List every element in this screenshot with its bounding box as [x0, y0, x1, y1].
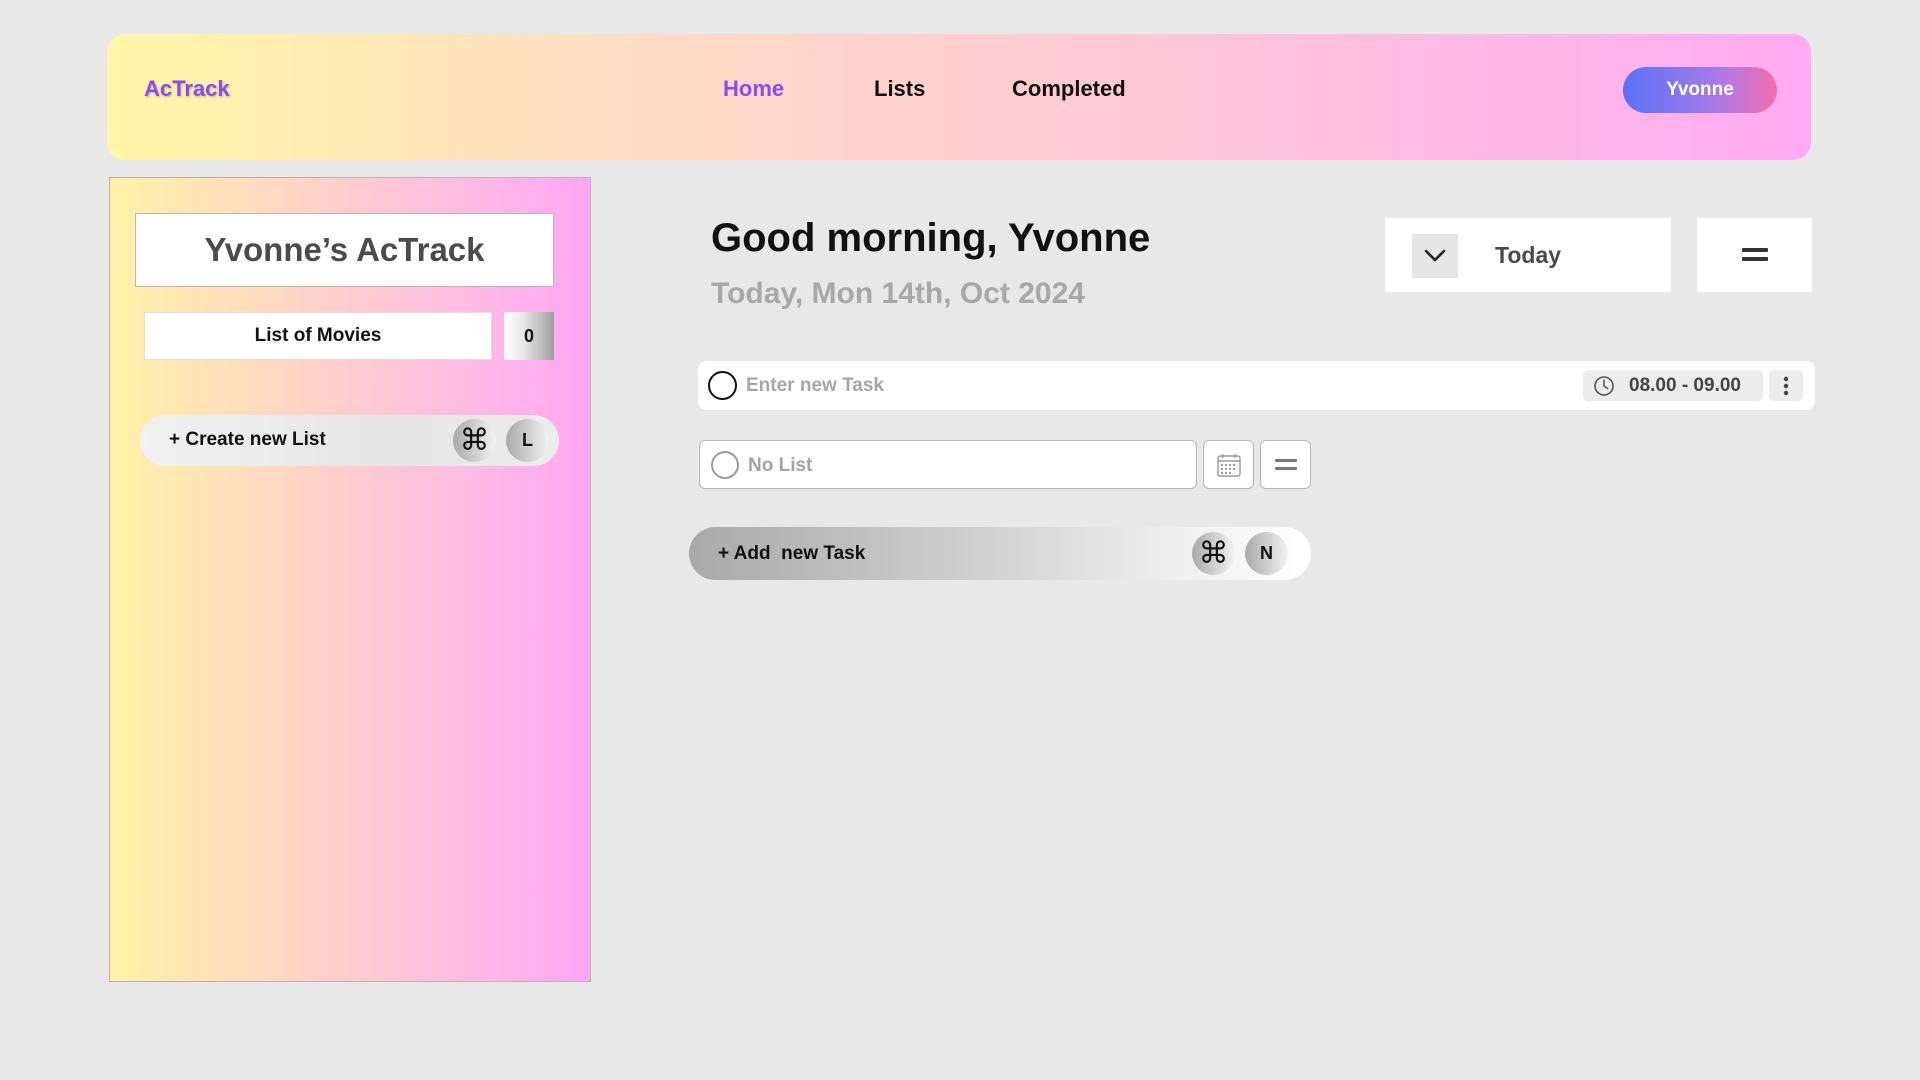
calendar-icon [1216, 453, 1241, 477]
task-time-chip[interactable]: 08.00 - 09.00 [1583, 370, 1763, 401]
command-key-icon: ⌘ [453, 419, 496, 462]
task-list-label: No List [748, 455, 813, 476]
greeting-heading: Good morning, Yvonne [711, 216, 1151, 260]
nav-completed[interactable]: Completed [1012, 76, 1126, 102]
sidebar-list-item[interactable]: List of Movies [144, 312, 492, 360]
command-key-icon: ⌘ [1192, 532, 1235, 575]
date-filter-dropdown[interactable]: Today [1385, 218, 1671, 292]
add-new-task-button[interactable]: + Add new Task ⌘ N [689, 527, 1311, 580]
current-date: Today, Mon 14th, Oct 2024 [711, 277, 1085, 310]
priority-button[interactable] [1260, 440, 1311, 489]
app-logo[interactable]: AcTrack [144, 76, 230, 102]
shortcut-key-n: N [1245, 532, 1288, 575]
shortcut-key-l: L [506, 419, 549, 462]
clock-icon [1594, 376, 1614, 396]
list-count-badge: 0 [504, 312, 554, 360]
nav-home[interactable]: Home [723, 76, 784, 102]
new-task-row: 08.00 - 09.00 [698, 361, 1815, 410]
create-new-list-button[interactable]: + Create new List ⌘ L [140, 415, 559, 466]
task-complete-checkbox[interactable] [708, 371, 737, 400]
equals-icon [1741, 248, 1768, 261]
chevron-down-icon[interactable] [1412, 234, 1458, 278]
user-account-button[interactable]: Yvonne [1623, 67, 1777, 113]
vertical-dots-icon [1783, 376, 1789, 395]
sidebar-title: Yvonne’s AcTrack [135, 213, 554, 287]
nav-lists[interactable]: Lists [874, 76, 925, 102]
calendar-button[interactable] [1203, 440, 1254, 489]
task-list-selector[interactable]: No List [699, 440, 1197, 489]
sidebar: Yvonne’s AcTrack List of Movies 0 + Crea… [109, 177, 591, 982]
date-filter-label: Today [1495, 242, 1562, 268]
create-new-list-label: + Create new List [169, 429, 326, 450]
task-time-range: 08.00 - 09.00 [1629, 374, 1741, 396]
add-new-task-label: + Add new Task [718, 543, 866, 564]
list-radio-icon [711, 451, 739, 479]
menu-button[interactable] [1697, 218, 1812, 292]
new-task-input[interactable] [746, 367, 1566, 404]
top-navigation-bar: AcTrack Home Lists Completed Yvonne [107, 34, 1811, 160]
more-options-button[interactable] [1769, 370, 1803, 401]
equals-icon [1274, 458, 1297, 470]
